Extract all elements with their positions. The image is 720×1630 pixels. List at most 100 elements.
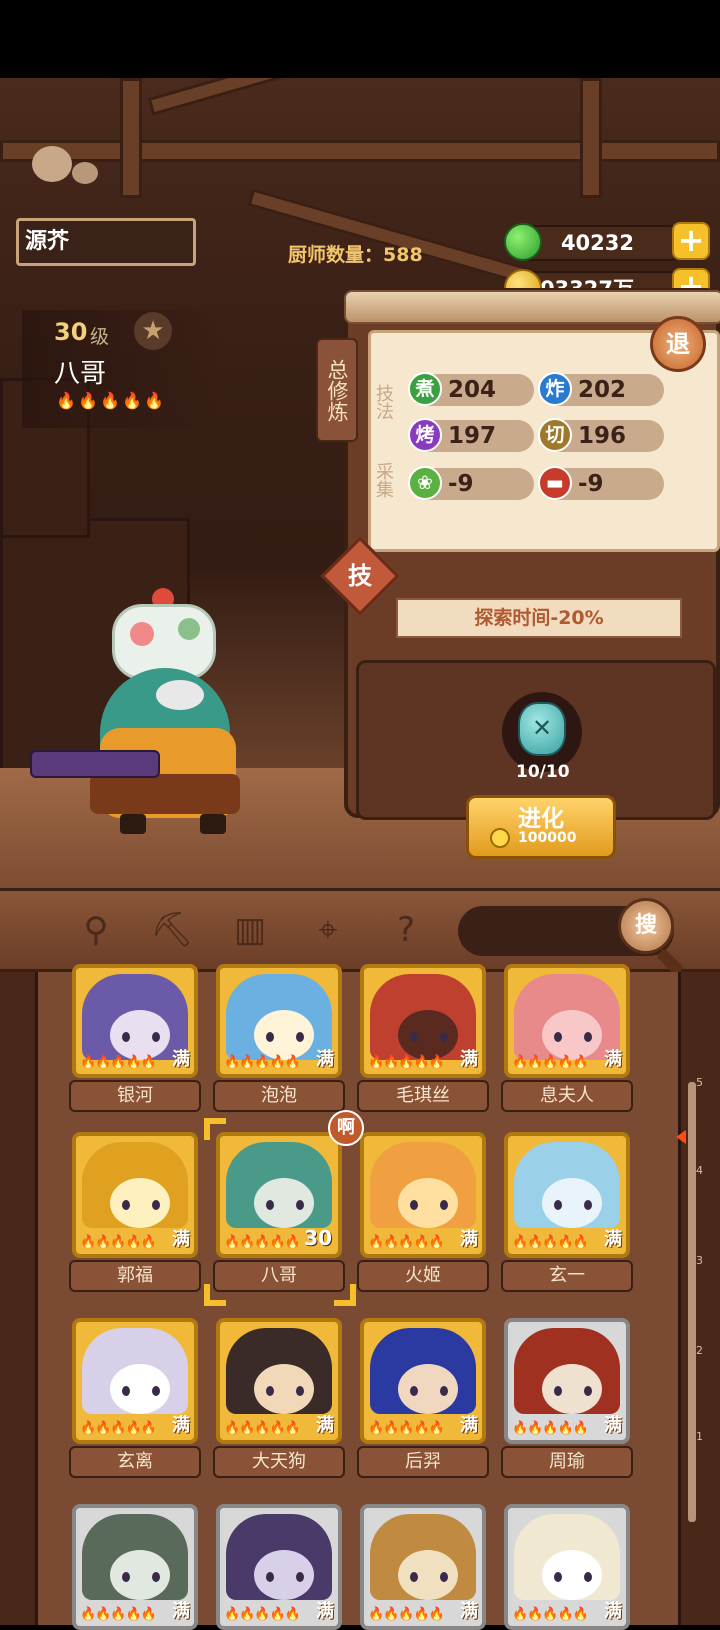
character-sprite[interactable] (30, 588, 260, 848)
scroll-tick: 3 (696, 1254, 703, 1267)
chef-face (254, 1010, 314, 1060)
category-technique-label: 技法 (373, 384, 394, 420)
stat-roast-value: 197 (448, 423, 497, 449)
chef-card[interactable]: 🔥🔥🔥🔥🔥 满 (360, 1504, 486, 1630)
chef-eye (554, 1386, 562, 1396)
flame-icon: 🔥 (100, 391, 120, 410)
gem-value: 40232 (560, 231, 634, 255)
chef-flame-rating: 🔥🔥🔥🔥🔥 (224, 1235, 301, 1250)
scroll-tick: 5 (696, 1076, 703, 1089)
chef-name-plate[interactable]: 息夫人 (501, 1080, 633, 1112)
add-gems-button[interactable]: + (672, 222, 710, 260)
exit-button[interactable]: 退 (650, 316, 706, 372)
chef-name-plate[interactable]: 玄离 (69, 1446, 201, 1478)
chef-portrait (82, 1142, 188, 1228)
star-icon[interactable]: ★ (134, 312, 172, 350)
left-rail (0, 972, 38, 1625)
chef-face (110, 1178, 170, 1228)
chef-name-plate[interactable]: 泡泡 (213, 1080, 345, 1112)
chef-flame-rating: 🔥🔥🔥🔥🔥 (224, 1421, 301, 1436)
character-name: 八哥 (54, 359, 107, 389)
chef-card[interactable]: 🔥🔥🔥🔥🔥 30 (216, 1132, 342, 1258)
chef-card[interactable]: 🔥🔥🔥🔥🔥 满 (504, 1504, 630, 1630)
chef-level-tag: 满 (316, 1415, 334, 1436)
chef-card[interactable]: 🔥🔥🔥🔥🔥 满 (360, 1318, 486, 1444)
chef-card[interactable]: 🔥🔥🔥🔥🔥 满 (216, 1504, 342, 1630)
chef-name-plate[interactable]: 周瑜 (501, 1446, 633, 1478)
chef-face (398, 1550, 458, 1600)
chef-name-plate[interactable]: 玄一 (501, 1260, 633, 1292)
chef-count: 厨师数量：588 (288, 244, 423, 266)
chef-flame-rating: 🔥🔥🔥🔥🔥 (512, 1235, 589, 1250)
skill-description: 探索时间-20% (396, 598, 682, 638)
chef-card[interactable]: 🔥🔥🔥🔥🔥 满 (72, 964, 198, 1078)
chef-portrait (82, 1514, 188, 1600)
spatula-filter-icon[interactable]: ⚲ (72, 906, 120, 954)
chef-eye (554, 1200, 562, 1210)
chef-name-plate[interactable]: 大天狗 (213, 1446, 345, 1478)
chef-eye (410, 1200, 418, 1210)
chef-card[interactable]: 🔥🔥🔥🔥🔥 满 (504, 1318, 630, 1444)
chef-card[interactable]: 🔥🔥🔥🔥🔥 满 (360, 964, 486, 1078)
chef-flame-rating: 🔥🔥🔥🔥🔥 (80, 1421, 157, 1436)
chef-portrait (226, 1514, 332, 1600)
list-scrollbar[interactable] (688, 1082, 696, 1522)
chef-portrait (226, 1328, 332, 1414)
beak (156, 680, 204, 710)
chef-card[interactable]: 🔥🔥🔥🔥🔥 满 (504, 1132, 630, 1258)
chef-eye (554, 1572, 562, 1582)
chef-eye (122, 1200, 130, 1210)
chef-name-plate[interactable]: 火姬 (357, 1260, 489, 1292)
chef-level-tag: 满 (172, 1601, 190, 1622)
chef-portrait (514, 1142, 620, 1228)
selection-corner (204, 1118, 226, 1140)
chef-card[interactable]: 🔥🔥🔥🔥🔥 满 (360, 1132, 486, 1258)
scroll-tick: 2 (696, 1344, 703, 1357)
chef-card[interactable]: 🔥🔥🔥🔥🔥 满 (216, 964, 342, 1078)
chef-eye (296, 1386, 304, 1396)
chef-level-tag: 满 (172, 1049, 190, 1070)
tab-total-training[interactable]: 总修炼 (316, 338, 358, 442)
chef-card[interactable]: 🔥🔥🔥🔥🔥 满 (72, 1504, 198, 1630)
chef-portrait (370, 1328, 476, 1414)
stat-veg-value: -9 (448, 471, 474, 497)
stat-boil-value: 204 (448, 377, 497, 403)
chef-face (542, 1550, 602, 1600)
selected-badge: 啊 (328, 1110, 364, 1146)
chef-eye (296, 1032, 304, 1042)
chef-level-tag: 满 (460, 1601, 478, 1622)
chef-name-plate[interactable]: 银河 (69, 1080, 201, 1112)
chef-eye (296, 1200, 304, 1210)
chef-card[interactable]: 🔥🔥🔥🔥🔥 满 (216, 1318, 342, 1444)
chef-level-tag: 满 (316, 1601, 334, 1622)
chef-face (110, 1010, 170, 1060)
shovel-filter-icon[interactable]: ⛏ (148, 906, 196, 954)
chef-eye (152, 1572, 160, 1582)
chef-eye (122, 1572, 130, 1582)
jar-filter-icon[interactable]: ▥ (226, 906, 274, 954)
chef-name-plate[interactable]: 毛琪丝 (357, 1080, 489, 1112)
chef-card[interactable]: 🔥🔥🔥🔥🔥 满 (504, 964, 630, 1078)
boil-icon: 煮 (408, 372, 442, 406)
status-bar-band (0, 0, 720, 78)
chef-portrait (226, 1142, 332, 1228)
chef-card[interactable]: 🔥🔥🔥🔥🔥 满 (72, 1132, 198, 1258)
evolve-stone-icon[interactable]: ✕ (518, 702, 566, 756)
scroll-position-marker[interactable] (676, 1130, 686, 1144)
player-name-box[interactable]: 源芥 (16, 218, 196, 266)
chef-name-plate[interactable]: 八哥 (213, 1260, 345, 1292)
chef-name-plate[interactable]: 后羿 (357, 1446, 489, 1478)
map-filter-icon[interactable]: ? (382, 906, 430, 954)
evolve-cost: 100000 (518, 830, 577, 846)
chef-face (398, 1364, 458, 1414)
chef-face (110, 1550, 170, 1600)
chef-name-plate[interactable]: 郭福 (69, 1260, 201, 1292)
chef-level-tag: 满 (172, 1415, 190, 1436)
chef-face (398, 1178, 458, 1228)
chef-eye (266, 1572, 274, 1582)
chef-card[interactable]: 🔥🔥🔥🔥🔥 满 (72, 1318, 198, 1444)
location-filter-icon[interactable]: ⌖ (304, 906, 352, 954)
chef-level-tag: 满 (604, 1415, 622, 1436)
chef-eye (440, 1386, 448, 1396)
search-button[interactable]: 搜 (618, 898, 674, 954)
